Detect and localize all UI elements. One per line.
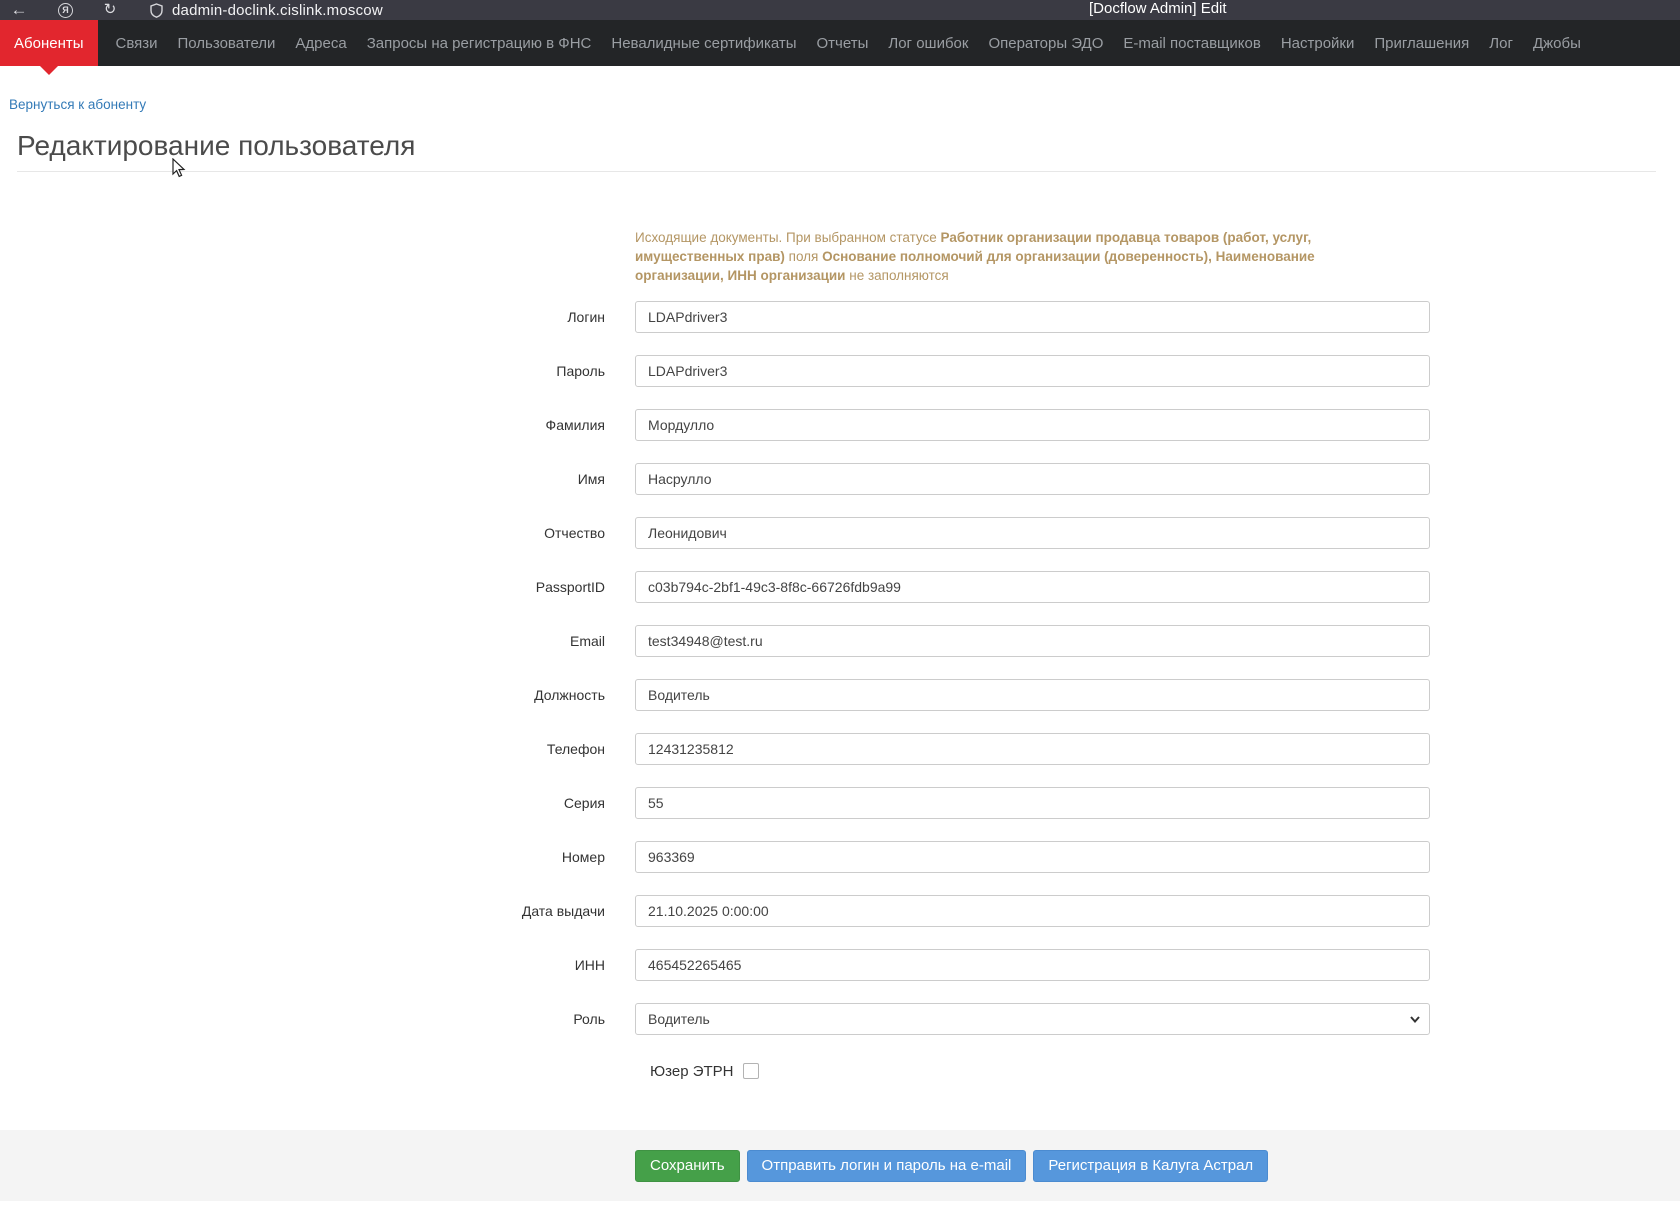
main-content: Вернуться к абоненту Редактирование поль… — [0, 66, 1680, 1081]
field-inn-label: ИНН — [574, 957, 605, 973]
url-text[interactable]: dadmin-doclink.cislink.moscow — [172, 2, 383, 19]
nav-item-nastroyki[interactable]: Настройки — [1271, 20, 1365, 66]
etrn-checkbox-label: Юзер ЭТРН — [650, 1062, 734, 1080]
form-row: Должность — [0, 679, 1680, 711]
field-position-input[interactable] — [635, 679, 1430, 711]
etrn-checkbox[interactable] — [742, 1063, 759, 1079]
footer-buttons: Сохранить Отправить логин и пароль на e-… — [635, 1149, 1269, 1182]
field-number-control — [635, 841, 1430, 873]
form-row: PassportID — [0, 571, 1680, 603]
nav-item-dzhoby[interactable]: Джобы — [1523, 20, 1591, 66]
browser-chrome: ← Я ↻ dadmin-doclink.cislink.moscow [Doc… — [0, 0, 1680, 20]
field-password-label: Пароль — [556, 363, 605, 379]
footer-band: Сохранить Отправить логин и пароль на e-… — [0, 1130, 1680, 1201]
field-phone-control — [635, 733, 1430, 765]
form-row: Номер — [0, 841, 1680, 873]
save-button[interactable]: Сохранить — [635, 1149, 740, 1182]
user-edit-form: Логин Пароль Фамилия Имя Отчество Passpo… — [0, 301, 1680, 1035]
field-inn-input[interactable] — [635, 949, 1430, 981]
back-to-subscriber-link[interactable]: Вернуться к абоненту — [9, 97, 146, 112]
form-row: Роль Водитель — [0, 1003, 1680, 1035]
field-login-label: Логин — [567, 309, 605, 325]
nav-item-nevalidnye-sertifikaty[interactable]: Невалидные сертификаты — [601, 20, 806, 66]
form-row: Email — [0, 625, 1680, 657]
field-email-control — [635, 625, 1430, 657]
form-row: Пароль — [0, 355, 1680, 387]
kaluga-astral-registration-button[interactable]: Регистрация в Калуга Астрал — [1033, 1149, 1269, 1182]
nav-item-adresa[interactable]: Адреса — [285, 20, 356, 66]
field-surname-input[interactable] — [635, 409, 1430, 441]
send-credentials-button[interactable]: Отправить логин и пароль на e-mail — [746, 1149, 1027, 1182]
reload-icon[interactable]: ↻ — [100, 0, 120, 20]
field-passport-id-input[interactable] — [635, 571, 1430, 603]
nav-item-priglasheniya[interactable]: Приглашения — [1364, 20, 1479, 66]
field-series-control — [635, 787, 1430, 819]
field-surname-label: Фамилия — [545, 417, 605, 433]
field-role-label: Роль — [573, 1011, 605, 1027]
field-phone-input[interactable] — [635, 733, 1430, 765]
form-row: Телефон — [0, 733, 1680, 765]
field-firstname-control — [635, 463, 1430, 495]
field-issue-date-control — [635, 895, 1430, 927]
nav-item-operatory-edo[interactable]: Операторы ЭДО — [978, 20, 1113, 66]
warning-text: Исходящие документы. При выбранном стату… — [635, 228, 1341, 285]
field-email-input[interactable] — [635, 625, 1430, 657]
nav-item-zaprosy-fns[interactable]: Запросы на регистрацию в ФНС — [357, 20, 602, 66]
warning-segment: Исходящие документы. При выбранном стату… — [635, 230, 941, 245]
field-password-control — [635, 355, 1430, 387]
form-row: Отчество — [0, 517, 1680, 549]
screen: ← Я ↻ dadmin-doclink.cislink.moscow [Doc… — [0, 0, 1680, 1221]
field-number-label: Номер — [561, 849, 605, 865]
field-number-input[interactable] — [635, 841, 1430, 873]
field-patronymic-control — [635, 517, 1430, 549]
warning-segment: не заполняются — [845, 268, 949, 283]
shield-icon[interactable] — [150, 2, 163, 18]
field-series-label: Серия — [563, 795, 605, 811]
field-login-input[interactable] — [635, 301, 1430, 333]
field-issue-date-label: Дата выдачи — [521, 903, 605, 919]
nav-item-svyazi[interactable]: Связи — [106, 20, 168, 66]
yandex-browser-icon[interactable]: Я — [58, 2, 73, 18]
nav-item-log[interactable]: Лог — [1479, 20, 1523, 66]
field-passport-id-label: PassportID — [535, 579, 605, 595]
field-position-control — [635, 679, 1430, 711]
nav-item-otchety[interactable]: Отчеты — [807, 20, 879, 66]
field-patronymic-label: Отчество — [544, 525, 605, 541]
field-position-label: Должность — [534, 687, 605, 703]
nav-item-log-oshibok[interactable]: Лог ошибок — [878, 20, 978, 66]
field-firstname-label: Имя — [577, 471, 605, 487]
warning-segment: поля — [784, 249, 823, 264]
field-firstname-input[interactable] — [635, 463, 1430, 495]
field-password-input[interactable] — [635, 355, 1430, 387]
field-login-control — [635, 301, 1430, 333]
field-role-select[interactable]: Водитель — [635, 1003, 1430, 1035]
field-phone-label: Телефон — [546, 741, 605, 757]
window-title: [Docflow Admin] Edit — [1089, 0, 1227, 17]
form-row: Дата выдачи — [0, 895, 1680, 927]
nav-item-polzovateli[interactable]: Пользователи — [168, 20, 286, 66]
back-icon[interactable]: ← — [4, 0, 34, 20]
form-row: Серия — [0, 787, 1680, 819]
field-role-control: Водитель — [635, 1003, 1430, 1035]
form-row: Фамилия — [0, 409, 1680, 441]
page-title: Редактирование пользователя — [17, 130, 1656, 172]
nav-item-abonenty[interactable]: Абоненты — [0, 20, 98, 66]
field-issue-date-input[interactable] — [635, 895, 1430, 927]
field-inn-control — [635, 949, 1430, 981]
form-row: Логин — [0, 301, 1680, 333]
field-series-input[interactable] — [635, 787, 1430, 819]
field-email-label: Email — [569, 633, 605, 649]
form-row: Имя — [0, 463, 1680, 495]
form-row: ИНН — [0, 949, 1680, 981]
nav-item-email-postavshchikov[interactable]: E-mail поставщиков — [1113, 20, 1270, 66]
field-passport-id-control — [635, 571, 1430, 603]
etrn-checkbox-row: Юзер ЭТРН — [650, 1061, 1680, 1081]
field-surname-control — [635, 409, 1430, 441]
field-patronymic-input[interactable] — [635, 517, 1430, 549]
main-nav: Абоненты Связи Пользователи Адреса Запросы н… — [0, 20, 1680, 66]
